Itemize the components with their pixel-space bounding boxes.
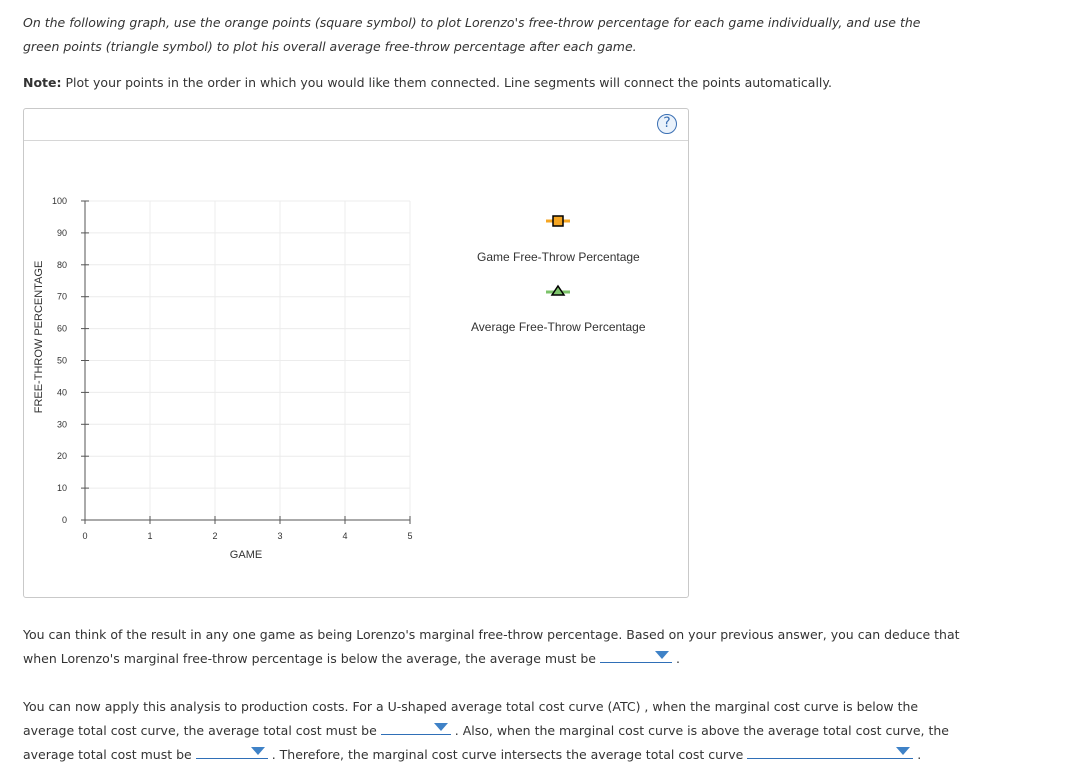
axes	[81, 200, 411, 524]
x-tick-label: 0	[82, 531, 87, 541]
square-icon[interactable]	[552, 215, 564, 227]
x-tick-label: 5	[407, 531, 412, 541]
y-tick-label: 10	[57, 483, 67, 493]
grid-lines	[84, 200, 411, 521]
y-axis-label: FREE-THROW PERCENTAGE	[33, 261, 45, 414]
question-1: You can think of the result in any one g…	[23, 623, 963, 671]
question-1-text: You can think of the result in any one g…	[23, 627, 960, 666]
y-tick-label: 60	[57, 324, 67, 334]
question-1-end: .	[671, 651, 680, 666]
chevron-down-icon	[250, 747, 265, 755]
x-tick-label: 3	[277, 531, 282, 541]
y-tick-label: 0	[62, 515, 67, 525]
graph-panel: ? 0 10 20 30 40 50 60 70 80 90 100 0 1 2 3 4 5 FREE-THRO…	[23, 108, 689, 598]
note-text: Plot your points in the order in which y…	[61, 75, 832, 90]
question-2-end: .	[913, 747, 922, 762]
x-tick-label: 1	[147, 531, 152, 541]
instructions-note: Note: Plot your points in the order in w…	[23, 71, 832, 95]
legend-average-label: Average Free-Throw Percentage	[471, 320, 646, 334]
dropdown-atc-above[interactable]	[195, 744, 268, 759]
tick-labels: 0 10 20 30 40 50 60 70 80 90 100 0 1 2 3 4 5	[52, 196, 413, 541]
question-2: You can now apply this analysis to produ…	[23, 695, 963, 767]
note-label: Note:	[23, 75, 62, 90]
x-tick-label: 2	[212, 531, 217, 541]
graph-canvas[interactable]: 0 10 20 30 40 50 60 70 80 90 100 0 1 2 3 4 5 FREE-THROW …	[24, 109, 688, 597]
instructions-intro: On the following graph, use the orange p…	[23, 15, 921, 54]
dropdown-intersection[interactable]	[747, 744, 914, 759]
y-tick-label: 40	[57, 387, 67, 397]
question-2-text-c: . Therefore, the marginal cost curve int…	[267, 747, 744, 762]
chevron-down-icon	[896, 747, 911, 755]
y-tick-label: 70	[57, 292, 67, 302]
y-tick-label: 30	[57, 419, 67, 429]
y-tick-label: 100	[52, 196, 67, 206]
y-tick-label: 90	[57, 228, 67, 238]
legend-game-label: Game Free-Throw Percentage	[477, 250, 640, 264]
average-point-tool[interactable]	[546, 284, 570, 296]
y-tick-label: 80	[57, 260, 67, 270]
y-tick-label: 50	[57, 356, 67, 366]
dropdown-average-direction[interactable]	[599, 648, 672, 663]
chevron-down-icon	[433, 723, 448, 731]
game-point-tool[interactable]	[546, 215, 570, 227]
dropdown-atc-below[interactable]	[380, 720, 451, 735]
x-tick-label: 4	[342, 531, 347, 541]
y-tick-label: 20	[57, 451, 67, 461]
x-axis-label: GAME	[230, 549, 262, 561]
chevron-down-icon	[654, 651, 669, 659]
